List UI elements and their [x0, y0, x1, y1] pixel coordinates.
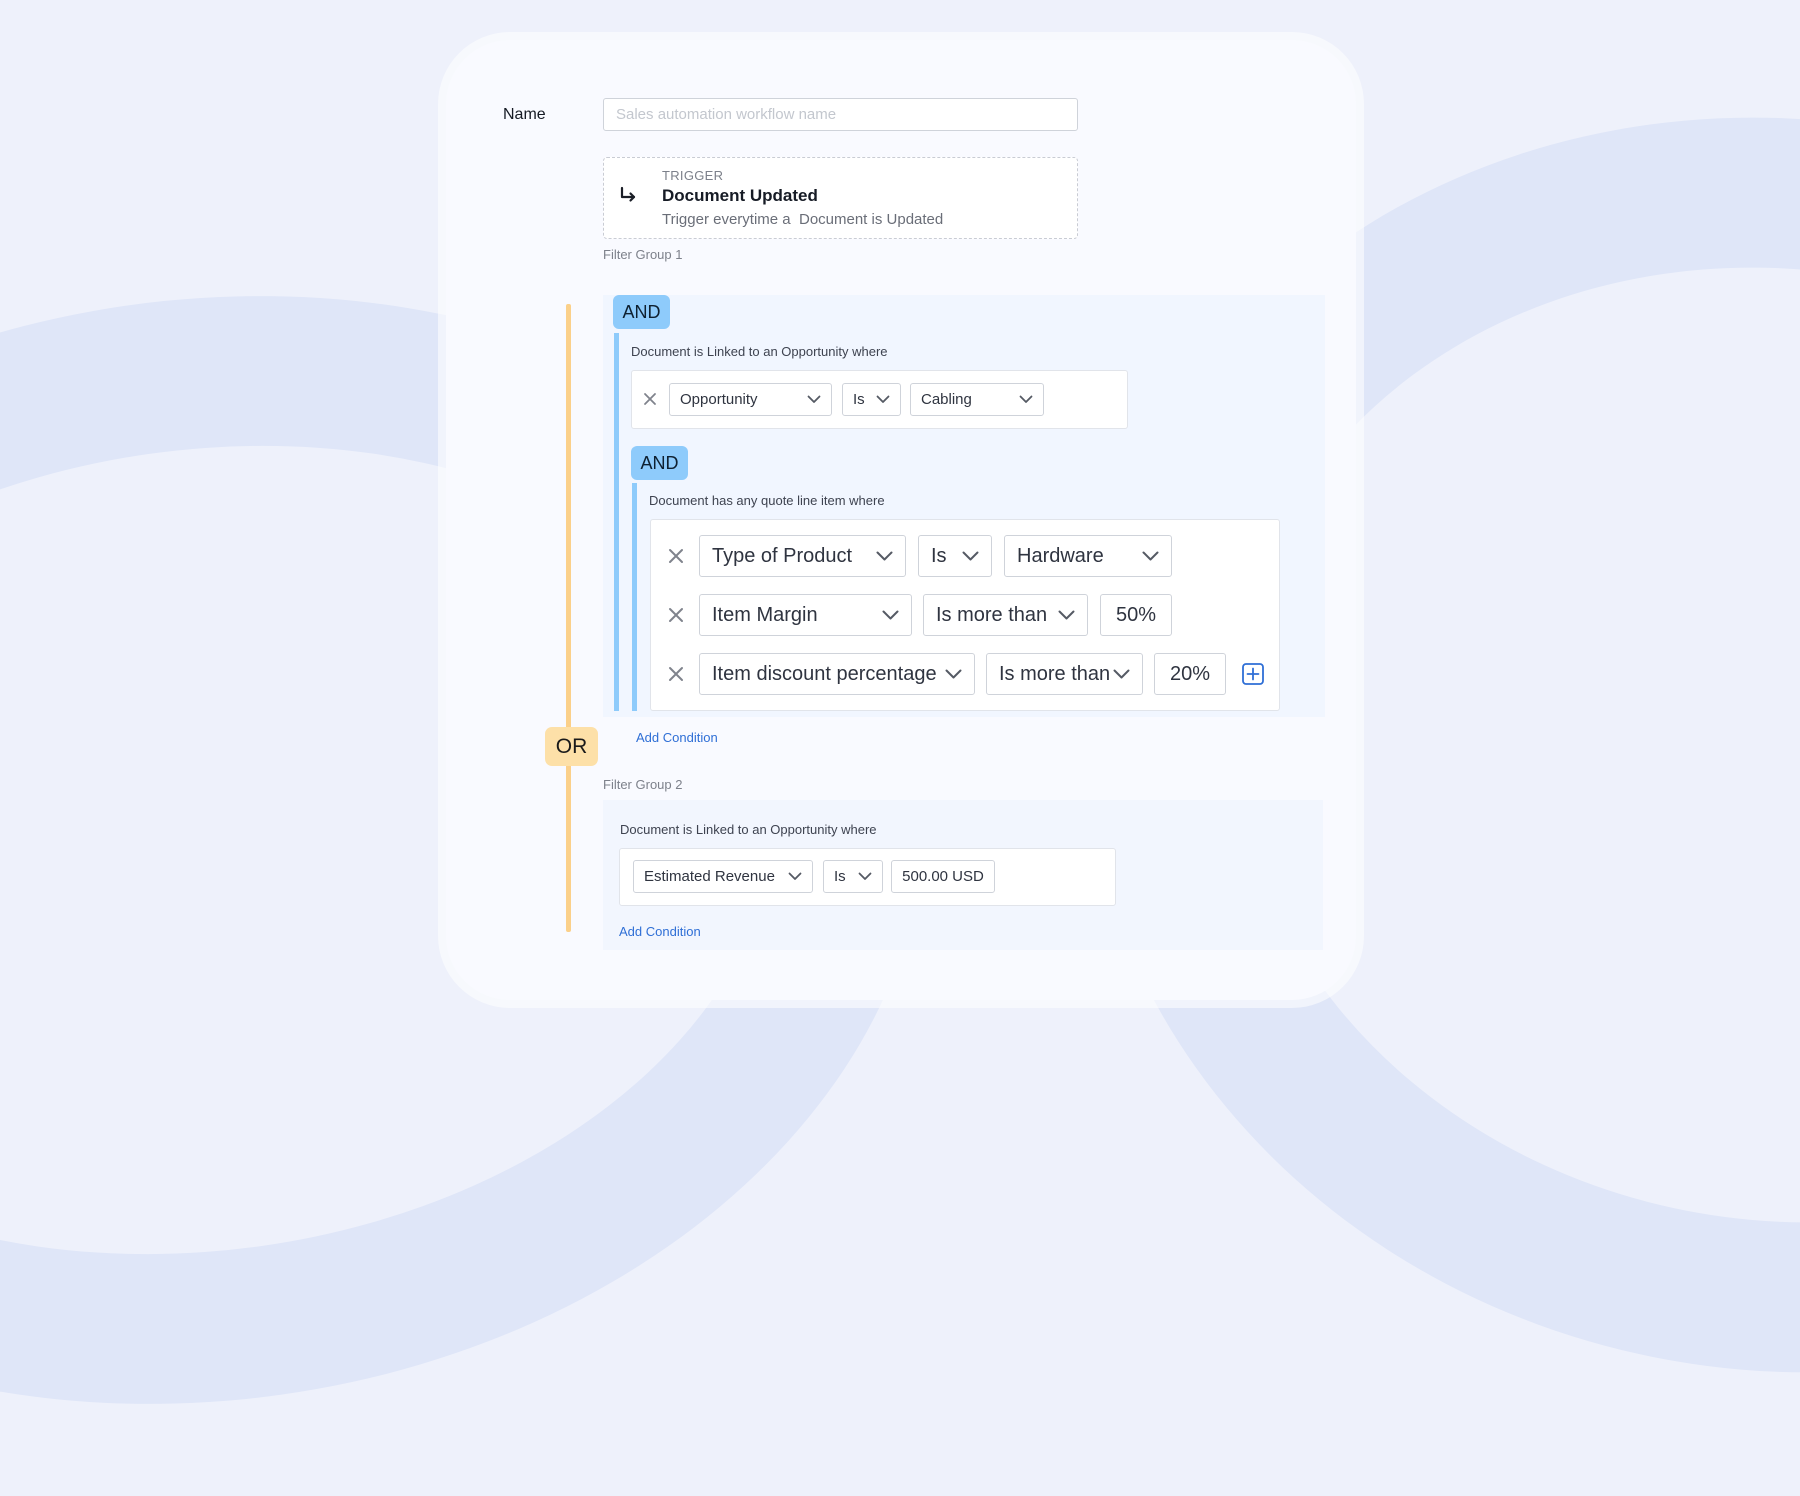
chevron-down-icon	[876, 395, 890, 403]
close-icon	[669, 608, 683, 622]
trigger-card[interactable]: TRIGGER Document Updated Trigger everyti…	[603, 157, 1078, 239]
chevron-down-icon	[1019, 395, 1033, 403]
chevron-down-icon	[962, 551, 979, 561]
condition-text-opportunity: Document is Linked to an Opportunity whe…	[631, 344, 888, 359]
field-select-opportunity[interactable]: Opportunity	[669, 383, 832, 416]
select-value: Hardware	[1017, 544, 1104, 567]
remove-condition-button[interactable]	[640, 389, 660, 409]
and-badge-outer[interactable]: AND	[613, 295, 670, 329]
select-value: Estimated Revenue	[644, 868, 775, 885]
close-icon	[644, 393, 656, 405]
select-value: Item discount percentage	[712, 662, 937, 685]
add-row-plus-icon[interactable]	[1242, 663, 1264, 685]
arrow-turn-down-right-icon	[620, 186, 636, 202]
value-select-hardware[interactable]: Hardware	[1004, 535, 1172, 577]
trigger-title: Document Updated	[662, 186, 818, 205]
value-input-revenue[interactable]: 500.00 USD	[891, 860, 995, 893]
condition-text-opportunity-2: Document is Linked to an Opportunity whe…	[620, 822, 877, 837]
add-condition-link-group-2[interactable]: Add Condition	[619, 924, 701, 939]
filter-group-1-label: Filter Group 1	[603, 247, 683, 262]
select-value: Is more than	[936, 603, 1048, 626]
select-value: Type of Product	[712, 544, 853, 567]
and-badge-nested[interactable]: AND	[631, 446, 688, 480]
and-line-nested	[632, 483, 637, 711]
select-value: Is	[931, 544, 947, 567]
field-select-estimated-revenue[interactable]: Estimated Revenue	[633, 860, 813, 893]
operator-select-item-discount[interactable]: Is more than	[986, 653, 1143, 695]
remove-condition-button[interactable]	[664, 544, 688, 568]
and-line-outer	[614, 333, 619, 711]
chevron-down-icon	[876, 551, 893, 561]
condition-text-quote-line: Document has any quote line item where	[649, 493, 885, 508]
select-value: Item Margin	[712, 603, 818, 626]
chevron-down-icon	[1142, 551, 1159, 561]
add-condition-link-group-1[interactable]: Add Condition	[636, 730, 718, 745]
close-icon	[669, 667, 683, 681]
value-input-item-discount[interactable]: 20%	[1154, 653, 1226, 695]
select-value: Is more than	[999, 662, 1111, 685]
field-select-item-discount-percentage[interactable]: Item discount percentage	[699, 653, 975, 695]
trigger-description: Trigger everytime a Document is Updated	[662, 211, 944, 228]
chevron-down-icon	[1113, 669, 1130, 679]
field-select-item-margin[interactable]: Item Margin	[699, 594, 912, 636]
select-value: Is	[834, 868, 846, 885]
chevron-down-icon	[1058, 610, 1075, 620]
operator-select-type-of-product[interactable]: Is	[918, 535, 992, 577]
trigger-kicker: TRIGGER	[662, 168, 724, 183]
chevron-down-icon	[945, 669, 962, 679]
workflow-name-input[interactable]	[603, 98, 1078, 131]
operator-select-revenue[interactable]: Is	[823, 860, 883, 893]
select-value: Opportunity	[680, 391, 758, 408]
filter-group-2-label: Filter Group 2	[603, 777, 683, 792]
select-value: Is	[853, 391, 865, 408]
name-label: Name	[503, 106, 546, 123]
close-icon	[669, 549, 683, 563]
chevron-down-icon	[858, 872, 872, 880]
field-select-type-of-product[interactable]: Type of Product	[699, 535, 906, 577]
select-value: Cabling	[921, 391, 972, 408]
or-badge[interactable]: OR	[545, 727, 598, 766]
value-input-item-margin[interactable]: 50%	[1100, 594, 1172, 636]
chevron-down-icon	[807, 395, 821, 403]
value-select-opportunity[interactable]: Cabling	[910, 383, 1044, 416]
or-connector-line	[566, 304, 571, 932]
chevron-down-icon	[788, 872, 802, 880]
remove-condition-button[interactable]	[664, 662, 688, 686]
operator-select-opportunity[interactable]: Is	[842, 383, 901, 416]
remove-condition-button[interactable]	[664, 603, 688, 627]
chevron-down-icon	[882, 610, 899, 620]
operator-select-item-margin[interactable]: Is more than	[923, 594, 1088, 636]
